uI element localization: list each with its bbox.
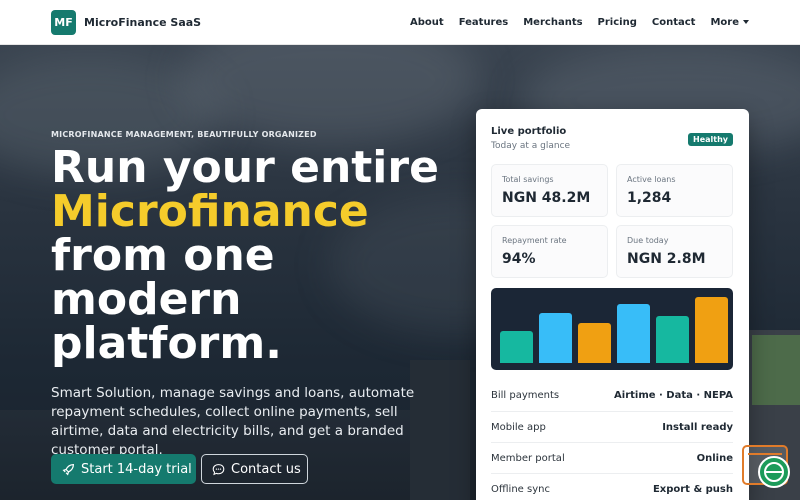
headline-accent: Microfinance	[51, 186, 369, 237]
stat-value: NGN 48.2M	[502, 190, 591, 206]
stat-label: Due today	[627, 236, 669, 245]
card-subtitle: Today at a glance	[491, 141, 571, 151]
chat-widget-button[interactable]	[742, 445, 790, 493]
chevron-down-icon	[743, 20, 749, 24]
start-trial-label: Start 14-day trial	[81, 461, 192, 477]
nav-links: About Features Merchants Pricing Contact…	[410, 17, 749, 28]
stat-value: 1,284	[627, 190, 672, 206]
hero-lead-text: Smart Solution, manage savings and loans…	[51, 385, 415, 458]
chat-widget-icon	[742, 445, 790, 488]
start-trial-button[interactable]: Start 14-day trial	[51, 454, 196, 484]
headline-line-5: platform.	[51, 318, 282, 369]
row-value: Export & push	[652, 483, 733, 495]
brand-logo: MF	[51, 9, 76, 35]
chart-bar	[617, 304, 650, 363]
nav-link-pricing[interactable]: Pricing	[598, 17, 637, 28]
stat-label: Total savings	[502, 175, 554, 184]
stat-label: Repayment rate	[502, 236, 567, 245]
stat-repayment-rate: Repayment rate 94%	[491, 225, 608, 278]
nav-link-contact[interactable]: Contact	[652, 17, 696, 28]
nav-link-about[interactable]: About	[410, 17, 444, 28]
row-value: Airtime · Data · NEPA	[614, 390, 733, 401]
chart-bar	[539, 313, 572, 363]
row-label: Offline sync	[491, 483, 550, 495]
nav-link-merchants[interactable]: Merchants	[523, 17, 582, 28]
chat-bubble-icon	[212, 463, 225, 475]
row-label: Member portal	[491, 452, 565, 464]
row-label: Mobile app	[491, 421, 546, 433]
stat-active-loans: Active loans 1,284	[616, 164, 733, 217]
row-value: Online	[696, 452, 733, 464]
nav-link-features[interactable]: Features	[459, 17, 509, 28]
rocket-icon	[62, 463, 74, 476]
contact-us-label: Contact us	[231, 461, 301, 477]
stat-due-today: Due today NGN 2.8M	[616, 225, 733, 278]
list-item: Bill payments Airtime · Data · NEPA	[491, 380, 733, 411]
feature-status-list: Bill payments Airtime · Data · NEPA Mobi…	[491, 380, 733, 500]
brand-name: MicroFinance SaaS	[84, 15, 202, 29]
list-item: Offline sync Export & push	[491, 473, 733, 500]
chart-bar	[500, 331, 533, 363]
card-title: Live portfolio	[491, 126, 567, 137]
headline-line-1: Run your entire	[51, 142, 439, 193]
headline-line-3: from one	[51, 230, 275, 281]
chart-bar	[578, 323, 611, 363]
top-navbar: MF MicroFinance SaaS About Features Merc…	[0, 0, 800, 45]
list-item: Mobile app Install ready	[491, 411, 733, 442]
stat-value: 94%	[502, 251, 536, 267]
hero-eyebrow: MICROFINANCE MANAGEMENT, BEAUTIFULLY ORG…	[51, 130, 317, 139]
chart-bar	[695, 297, 728, 363]
brand-link[interactable]: MF MicroFinance SaaS	[51, 9, 202, 35]
nav-more-label: More	[710, 16, 739, 28]
list-item: Member portal Online	[491, 442, 733, 473]
row-label: Bill payments	[491, 390, 560, 401]
row-value: Install ready	[662, 421, 733, 433]
nav-more-dropdown[interactable]: More	[710, 17, 749, 28]
headline-line-4: modern	[51, 274, 242, 325]
live-portfolio-card: Live portfolio Today at a glance Healthy…	[476, 109, 749, 500]
status-badge: Healthy	[688, 133, 733, 146]
stat-value: NGN 2.8M	[627, 251, 706, 267]
portfolio-bar-chart	[491, 288, 733, 370]
stat-label: Active loans	[627, 175, 676, 184]
chart-bar	[656, 316, 689, 363]
hero-headline: Run your entire Microfinance from one mo…	[51, 146, 471, 366]
contact-us-button[interactable]: Contact us	[201, 454, 308, 484]
stat-total-savings: Total savings NGN 48.2M	[491, 164, 608, 217]
